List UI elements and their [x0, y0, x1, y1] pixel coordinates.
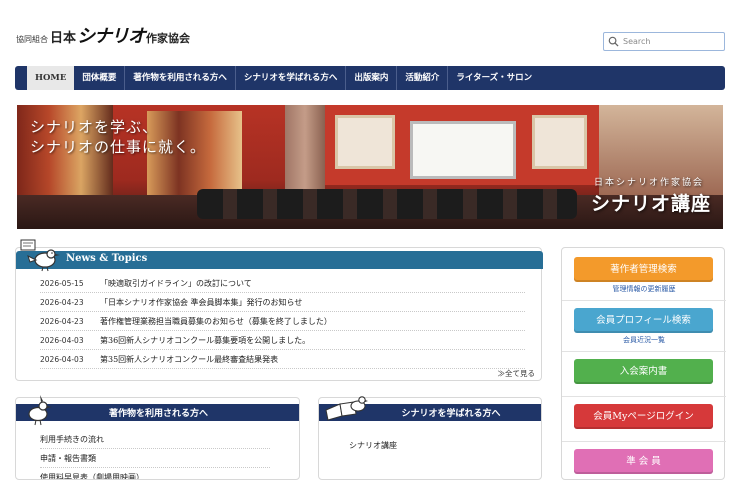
news-item[interactable]: 2026-04-23 「日本シナリオ作家協会 準会員脚本集」発行のお知らせ [40, 293, 525, 312]
member-news-link[interactable]: 会員近況一覧 [562, 335, 726, 345]
usage-links: 利用手続きの流れ 申請・報告書類 使用料早見表（劇場用映画） [40, 430, 270, 479]
member-login-button[interactable]: 会員Myページログイン [574, 404, 713, 429]
learn-title: シナリオを学ばれる方へ [401, 409, 501, 419]
news-list: 2026-05-15 「映適取引ガイドライン」の改訂について 2026-04-23… [40, 274, 525, 369]
usage-link[interactable]: 申請・報告書類 [40, 449, 270, 468]
nav-home[interactable]: HOME [27, 66, 75, 90]
news-text[interactable]: 第36回新人シナリオコンクール募集要項を公開しました。 [100, 335, 310, 346]
side-divider [562, 441, 726, 442]
associate-member-button[interactable]: 準 会 員 [574, 449, 713, 474]
main-nav: HOME 団体概要 著作物を利用される方へ シナリオを学ばれる方へ 出版案内 活… [15, 66, 725, 90]
side-divider [562, 351, 726, 352]
news-text[interactable]: 第35回新人シナリオコンクール最終審査結果発表 [100, 354, 278, 365]
hero-org-name: 日本シナリオ作家協会 [594, 178, 705, 188]
copyright-search-button[interactable]: 著作者管理検索 [574, 257, 713, 282]
news-text[interactable]: 「日本シナリオ作家協会 準会員脚本集」発行のお知らせ [100, 297, 302, 308]
usage-panel: 著作物を利用される方へ 利用手続きの流れ 申請・報告書類 使用料早見表（劇場用映… [15, 397, 300, 480]
hero-window [335, 115, 395, 169]
bird-mascot-icon [20, 239, 60, 272]
bird-reading-icon [325, 396, 368, 421]
hero-copy: シナリオを学ぶ、 シナリオの仕事に就く。 [30, 117, 206, 157]
bird-mascot-icon [28, 395, 52, 426]
logo-text-a: 日本 [50, 31, 77, 46]
hero-chairs [197, 189, 577, 219]
side-divider [562, 396, 726, 397]
admission-guide-button[interactable]: 入会案内書 [574, 359, 713, 384]
hero-curtain [285, 105, 325, 189]
usage-title: 著作物を利用される方へ [108, 409, 208, 419]
search-box[interactable] [603, 32, 725, 51]
nav-for-users[interactable]: 著作物を利用される方へ [125, 66, 236, 90]
usage-link[interactable]: 使用料早見表（劇場用映画） [40, 468, 270, 479]
usage-header-bar: 著作物を利用される方へ [16, 404, 299, 421]
nav-for-learners[interactable]: シナリオを学ばれる方へ [236, 66, 347, 90]
logo-text-b: シナリオ [77, 26, 146, 47]
news-title: News & Topics [66, 253, 148, 264]
site-header: 協同組合 日本 シナリオ 作家協会 [0, 0, 740, 62]
learn-links: シナリオ講座 [349, 436, 541, 455]
news-date: 2026-04-03 [40, 354, 84, 364]
logo-prefix: 協同組合 [16, 35, 48, 44]
news-panel: News & Topics 2026-05-15 「映適取引ガイドライン」の改訂に… [15, 247, 543, 381]
logo-text-c: 作家協会 [146, 32, 191, 45]
learn-link[interactable]: シナリオ講座 [349, 436, 541, 455]
news-date: 2026-04-23 [40, 297, 84, 307]
member-profile-search-button[interactable]: 会員プロフィール検索 [574, 308, 713, 333]
news-text[interactable]: 「映適取引ガイドライン」の改訂について [100, 278, 252, 289]
search-icon [608, 36, 619, 47]
search-input[interactable] [623, 37, 721, 46]
nav-activities[interactable]: 活動紹介 [397, 66, 449, 90]
news-item[interactable]: 2026-04-23 著作権管理業務担当職員募集のお知らせ（募集を終了しました） [40, 312, 525, 331]
news-date: 2026-04-03 [40, 335, 84, 345]
news-item[interactable]: 2026-05-15 「映適取引ガイドライン」の改訂について [40, 274, 525, 293]
site-logo[interactable]: 協同組合 日本 シナリオ 作家協会 [16, 22, 190, 48]
news-date: 2026-04-23 [40, 316, 84, 326]
nav-publications[interactable]: 出版案内 [346, 66, 398, 90]
news-item[interactable]: 2026-04-03 第36回新人シナリオコンクール募集要項を公開しました。 [40, 331, 525, 350]
hero-banner[interactable]: シナリオを学ぶ、 シナリオの仕事に就く。 日本シナリオ作家協会 シナリオ講座 [17, 105, 723, 229]
news-header-bar: News & Topics [16, 251, 543, 269]
news-text[interactable]: 著作権管理業務担当職員募集のお知らせ（募集を終了しました） [100, 316, 332, 327]
news-item[interactable]: 2026-04-03 第35回新人シナリオコンクール最終審査結果発表 [40, 350, 525, 369]
news-more-link[interactable]: ≫全て見る [498, 368, 536, 379]
side-divider [562, 300, 726, 301]
hero-window [532, 115, 587, 169]
hero-copy-line2: シナリオの仕事に就く。 [30, 138, 207, 156]
copyright-history-link[interactable]: 管理情報の更新履歴 [562, 284, 726, 294]
news-date: 2026-05-15 [40, 278, 84, 288]
hero-whiteboard [410, 121, 516, 179]
side-menu: 著作者管理検索 管理情報の更新履歴 会員プロフィール検索 会員近況一覧 入会案内… [561, 247, 726, 480]
usage-link[interactable]: 利用手続きの流れ [40, 430, 270, 449]
nav-about[interactable]: 団体概要 [74, 66, 126, 90]
nav-writers-salon[interactable]: ライターズ・サロン [448, 66, 540, 90]
hero-copy-line1: シナリオを学ぶ、 [30, 118, 159, 136]
hero-course-title: シナリオ講座 [591, 193, 712, 215]
